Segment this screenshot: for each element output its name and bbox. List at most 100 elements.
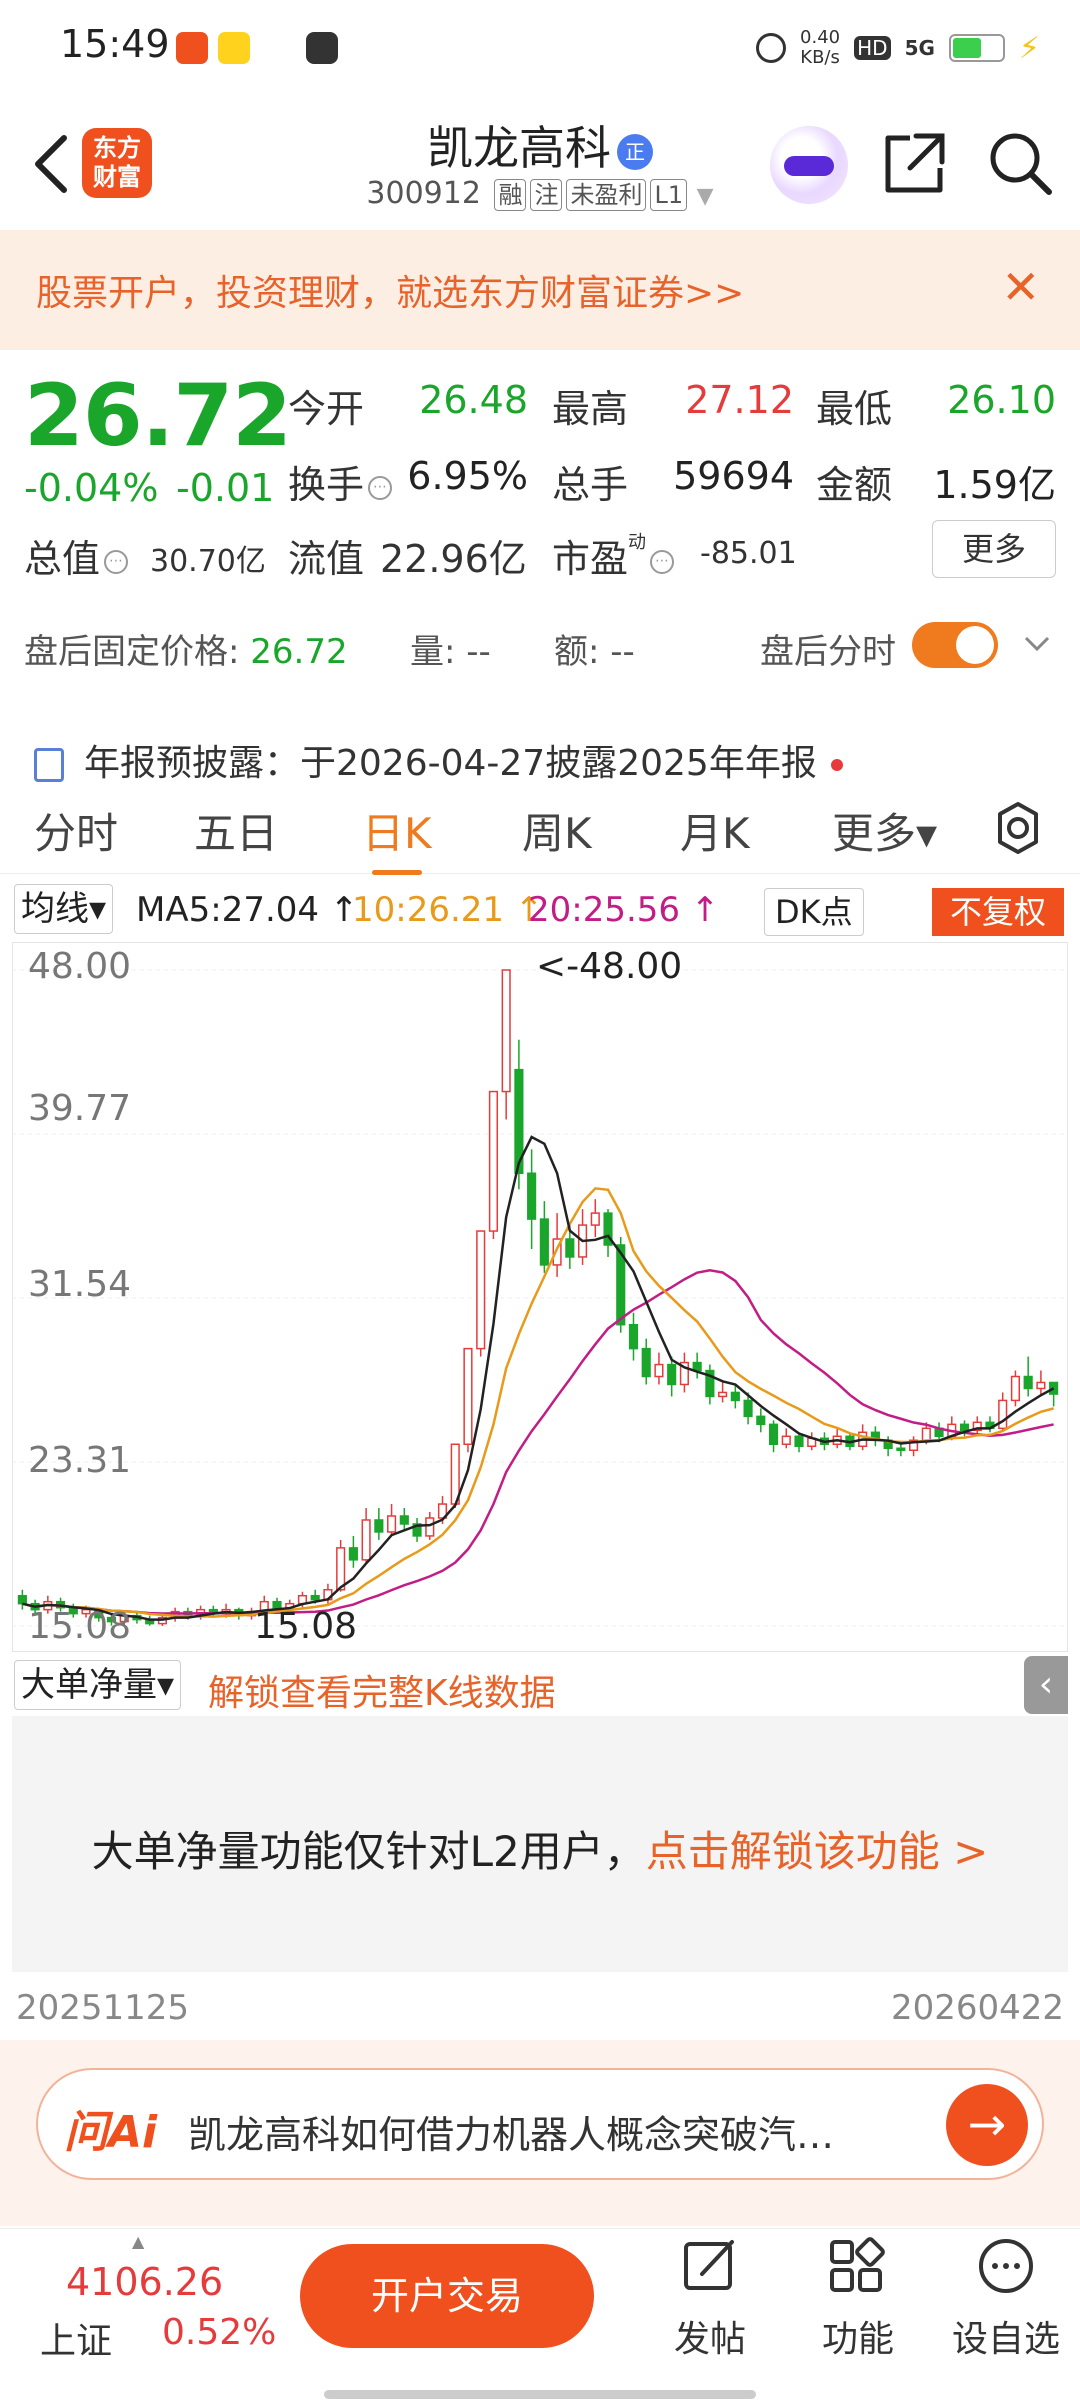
open-value: 26.48 [419, 378, 528, 422]
volume-value: 59694 [673, 454, 794, 498]
hd-badge: HD [854, 36, 891, 60]
date-end: 20260422 [890, 1988, 1064, 2028]
post-label[interactable]: 发帖 [674, 2310, 746, 2362]
after-hours-toggle[interactable] [912, 622, 998, 668]
promo-banner[interactable]: 股票开户，投资理财，就选东方财富证券>> ✕ [0, 230, 1080, 350]
float-label: 流值 [288, 537, 365, 581]
candle-body [959, 1423, 970, 1432]
low-annotation: 15.08 [254, 1606, 358, 1647]
home-indicator [324, 2390, 756, 2399]
search-icon[interactable] [985, 128, 1055, 198]
more-button[interactable]: 更多 [932, 520, 1056, 578]
high-label: 最高 [552, 387, 629, 431]
dk-points-selector[interactable]: DK点 [764, 888, 864, 936]
tab-monthly-k[interactable]: 月K [680, 800, 750, 861]
sub-indicator-selector[interactable]: 大单净量▾ [14, 1660, 182, 1710]
arrow-right-icon[interactable]: → [946, 2084, 1028, 2166]
unread-dot [830, 759, 843, 771]
share-icon[interactable] [880, 128, 950, 198]
no-adjust-button[interactable]: 不复权 [932, 888, 1064, 936]
mktcap-value: 30.70亿 [150, 544, 266, 579]
chevron-down-icon[interactable] [1020, 626, 1054, 660]
candle-body [692, 1361, 702, 1372]
tab-daily-k[interactable]: 日K [362, 800, 432, 875]
stock-code: 300912 [366, 176, 481, 211]
meituan-notification-icon [218, 32, 250, 64]
unlock-kline-link[interactable]: 解锁查看完整K线数据 [208, 1664, 556, 1716]
candle-body [1036, 1381, 1046, 1390]
candle-body [374, 1519, 384, 1533]
ai-assistant-icon[interactable] [770, 126, 848, 204]
tab-intraday[interactable]: 分时 [34, 800, 118, 861]
kline-chart[interactable]: 48.00 39.77 31.54 23.31 15.08 <-48.00 15… [12, 942, 1068, 1652]
candle-body [501, 969, 511, 1093]
candle-body [628, 1323, 639, 1350]
tag-margin: 融 [494, 179, 527, 211]
candle-body [539, 1218, 549, 1266]
promo-banner-text[interactable]: 股票开户，投资理财，就选东方财富证券>> [36, 264, 744, 316]
post-icon[interactable] [680, 2236, 740, 2296]
candle-body [896, 1447, 906, 1451]
notice-text[interactable]: 年报预披露：于2026-04-27披露2025年年报 [84, 743, 817, 784]
close-icon[interactable]: ✕ [1001, 260, 1040, 314]
info-icon[interactable]: ⋯ [368, 475, 393, 500]
candle-body [768, 1423, 779, 1446]
ma5-line [22, 1135, 1055, 1621]
y-tick-label: 39.77 [28, 1088, 132, 1129]
annual-report-notice[interactable]: 年报预披露：于2026-04-27披露2025年年报 [34, 734, 843, 786]
candle-body [730, 1391, 740, 1402]
tiktok-notification-icon [306, 32, 338, 64]
add-watchlist-icon[interactable] [976, 2236, 1036, 2296]
mktcap-label: 总值 ⋯ [24, 528, 129, 583]
function-grid-icon[interactable] [826, 2236, 886, 2296]
info-icon[interactable]: ⋯ [650, 549, 675, 574]
unlock-feature-link[interactable]: 点击解锁该功能 > [646, 1827, 989, 1876]
collapse-arrow-icon[interactable]: ‹ [1024, 1656, 1068, 1714]
tab-more[interactable]: 更多▾ [832, 800, 937, 861]
tab-weekly-k[interactable]: 周K [522, 800, 592, 861]
open-label: 今开 [288, 387, 365, 431]
index-percent: 0.52% [162, 2312, 277, 2353]
status-time: 15:49 [60, 22, 170, 66]
gear-icon[interactable] [990, 800, 1046, 856]
pe-dynamic-sup: 动 [628, 532, 647, 553]
candle-body [336, 1547, 346, 1591]
function-label[interactable]: 功能 [822, 2310, 894, 2362]
y-tick-label: 48.00 [28, 946, 132, 987]
high-annotation: <-48.00 [536, 946, 683, 987]
turnover-value: 6.95% [407, 454, 528, 498]
indicator-selector[interactable]: 均线▾ [14, 884, 114, 934]
candle-body [1023, 1375, 1033, 1390]
change-amount: -0.01 [176, 466, 275, 510]
ai-logo: 问Ai [64, 2107, 158, 2158]
net-speed-value: 0.40 [800, 27, 841, 48]
after-hours-amount-value: -- [610, 632, 635, 672]
info-icon[interactable]: ⋯ [104, 549, 129, 574]
candle-body [743, 1399, 753, 1418]
candle-body [794, 1435, 804, 1448]
y-tick-label: 15.08 [28, 1606, 132, 1647]
turnover-label: 换手 ⋯ [288, 454, 393, 509]
low-label: 最低 [816, 387, 893, 431]
candle-body [310, 1594, 320, 1601]
charging-icon: ⚡ [1018, 30, 1040, 66]
ai-question-text[interactable]: 凯龙高科如何借力机器人概念突破汽… [188, 2104, 908, 2159]
index-value[interactable]: 4106.26 [66, 2260, 223, 2304]
after-hours-volume-value: -- [466, 632, 491, 672]
candle-body [654, 1363, 664, 1378]
ma10-line [22, 1187, 1054, 1618]
app-notification-icon [176, 32, 208, 64]
trade-button[interactable]: 开户交易 [300, 2244, 594, 2348]
l2-message-text: 大单净量功能仅针对L2用户， [91, 1827, 646, 1876]
kline-svg[interactable] [12, 942, 1068, 1652]
after-hours-label: 盘后固定价格: [24, 632, 240, 672]
mktcap-label-text: 总值 [24, 537, 101, 581]
pe-label: 市盈动⋯ [552, 528, 675, 583]
after-hours-price: 26.72 [250, 632, 348, 672]
net-speed-unit: KB/s [800, 47, 840, 68]
add-watchlist-label[interactable]: 设自选 [952, 2310, 1060, 2362]
tab-five-day[interactable]: 五日 [194, 800, 278, 861]
candle-body [781, 1435, 791, 1446]
after-hours-row: 盘后固定价格: 26.72 [24, 624, 348, 673]
caret-up-icon[interactable]: ▲ [132, 2232, 144, 2251]
